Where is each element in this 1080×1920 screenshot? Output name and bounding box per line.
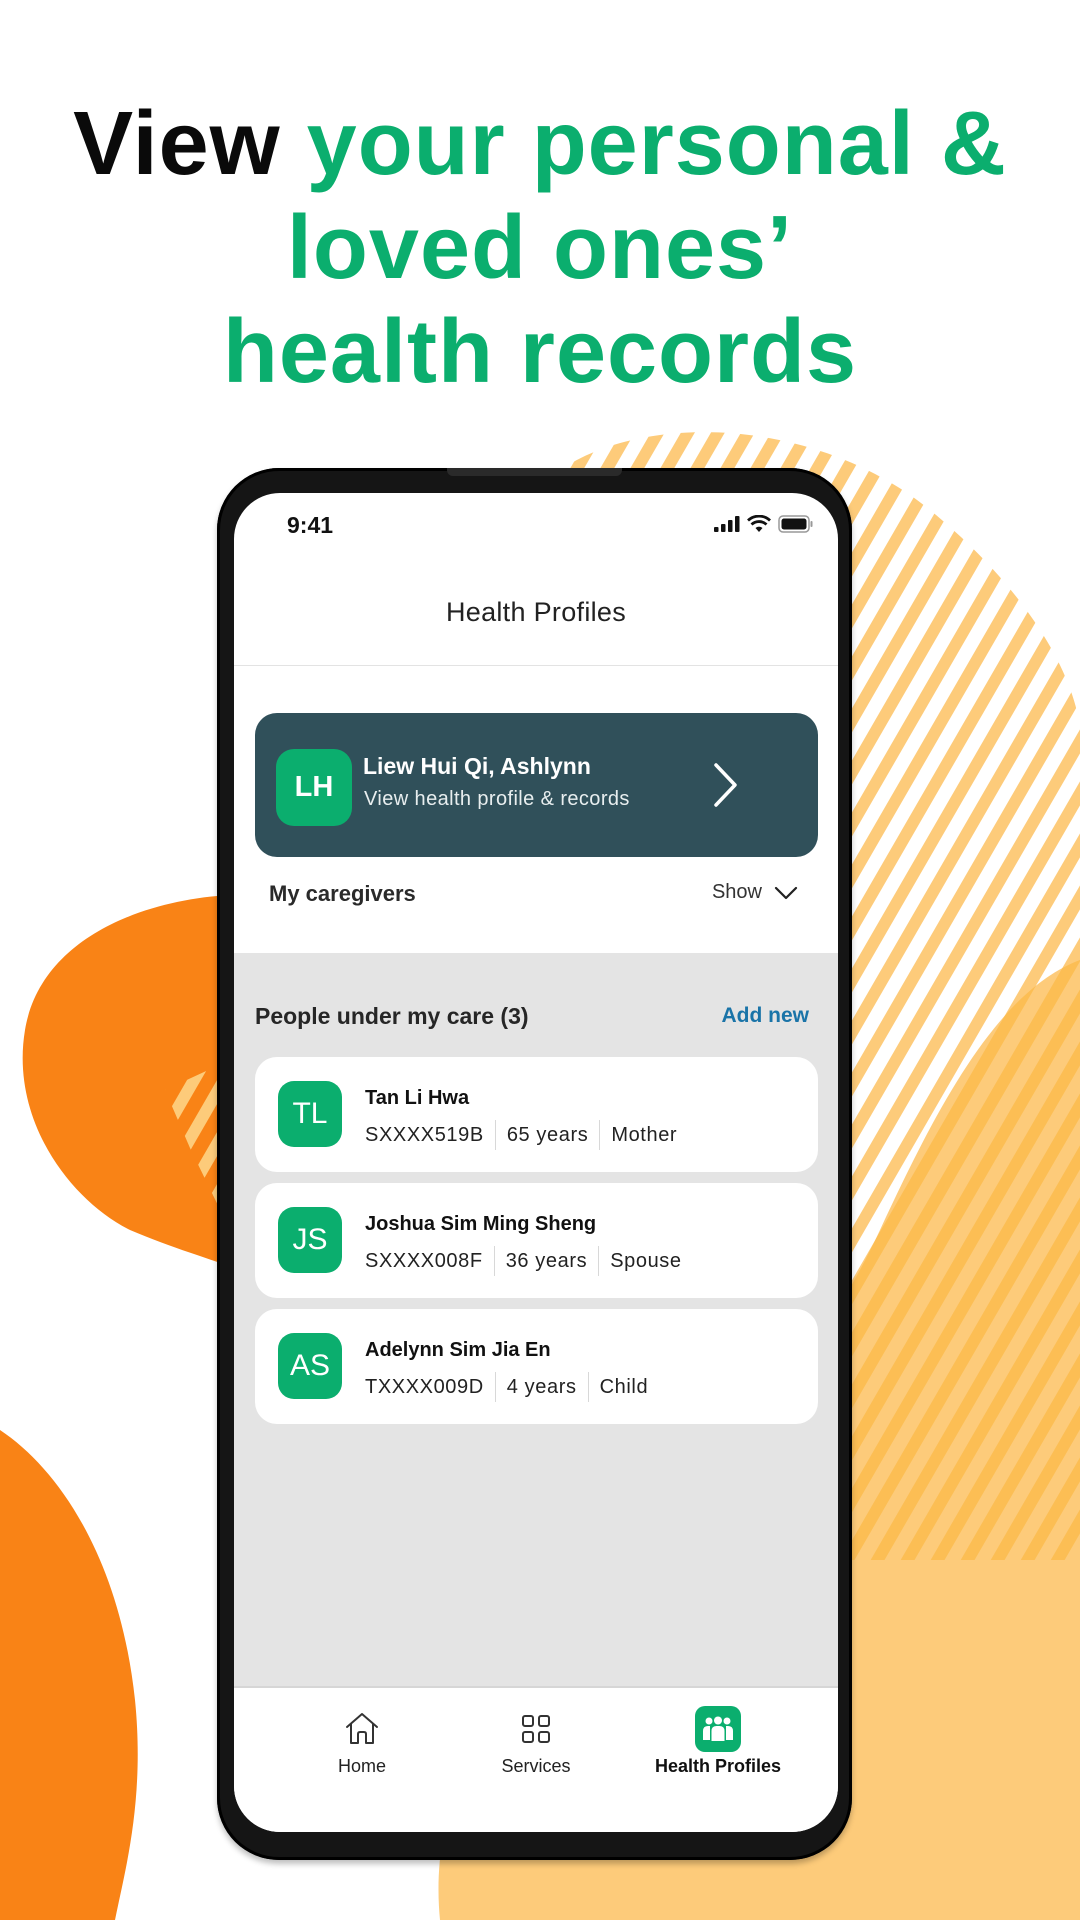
profile-name: Liew Hui Qi, Ashlynn (363, 753, 591, 779)
headline-dark-word: View (73, 94, 281, 194)
phone-screen: 9:41 Health Profiles LH Liew Hui Qi, Ash… (234, 493, 838, 1832)
status-bar: 9:41 (234, 493, 838, 573)
section-title: People under my care (3) (255, 1003, 529, 1029)
headline-line-1: View your personal & (0, 92, 1080, 196)
list-item[interactable]: TL Tan Li Hwa SXXXX519B 65 years Mother (255, 1057, 818, 1172)
people-icon (703, 1716, 733, 1741)
person-name: Adelynn Sim Jia En (365, 1339, 551, 1361)
nav-header: Health Profiles (234, 573, 838, 666)
avatar: JS (278, 1207, 342, 1273)
list-item[interactable]: AS Adelynn Sim Jia En TXXXX009D 4 years … (255, 1309, 818, 1424)
grid-icon (522, 1715, 550, 1743)
status-icons (714, 515, 814, 533)
tab-label: Services (501, 1756, 571, 1776)
home-icon (346, 1713, 378, 1744)
person-relation: Child (599, 1375, 649, 1398)
person-relation: Spouse (610, 1249, 682, 1272)
person-id: SXXXX519B (365, 1123, 484, 1146)
battery-icon (778, 515, 813, 533)
tab-label: Health Profiles (654, 1756, 782, 1776)
page-title: Health Profiles (445, 597, 627, 627)
divider (494, 1120, 496, 1150)
tab-label: Home (337, 1756, 386, 1776)
person-id: TXXXX009D (365, 1375, 484, 1398)
tab-services[interactable]: Services (446, 1706, 626, 1777)
person-name: Tan Li Hwa (365, 1087, 470, 1109)
phone-speaker (447, 468, 622, 476)
status-time: 9:41 (287, 512, 334, 538)
person-age: 36 years (505, 1249, 588, 1272)
profile-subtitle: View health profile & records (364, 788, 630, 810)
caregivers-label: My caregivers (269, 881, 416, 906)
avatar: AS (278, 1333, 342, 1399)
caregivers-row: My caregivers Show (234, 857, 838, 945)
avatar: LH (276, 749, 352, 826)
tab-bar: Home Services Health Profiles (234, 1686, 838, 1832)
divider (587, 1372, 589, 1402)
headline-line-3: health records (222, 302, 858, 402)
divider (493, 1246, 495, 1276)
person-meta: SXXXX008F 36 years Spouse (365, 1246, 682, 1276)
avatar: TL (278, 1081, 342, 1147)
wifi-icon (747, 515, 771, 532)
show-caregivers-toggle[interactable]: Show (712, 881, 798, 904)
person-meta: SXXXX519B 65 years Mother (365, 1120, 677, 1150)
person-id: SXXXX008F (365, 1249, 483, 1272)
active-tab-indicator (695, 1706, 741, 1752)
tab-health-profiles[interactable]: Health Profiles (628, 1706, 808, 1777)
chevron-down-icon (774, 886, 798, 899)
headline-green-text: your personal & (306, 94, 1007, 194)
show-label: Show (711, 881, 762, 903)
my-profile-card[interactable]: LH Liew Hui Qi, Ashlynn View health prof… (255, 713, 818, 857)
phone-frame: 9:41 Health Profiles LH Liew Hui Qi, Ash… (217, 468, 852, 1860)
headline-line-2: loved ones’ (286, 198, 794, 298)
headline: View your personal & loved ones’ health … (0, 92, 1080, 404)
chevron-right-icon (714, 763, 737, 807)
divider (494, 1372, 496, 1402)
add-new-button[interactable]: Add new (722, 1004, 810, 1028)
person-name: Joshua Sim Ming Sheng (365, 1213, 597, 1235)
signal-icon (714, 516, 740, 532)
person-relation: Mother (611, 1123, 678, 1146)
divider (598, 1246, 600, 1276)
person-age: 4 years (506, 1375, 577, 1398)
list-item[interactable]: JS Joshua Sim Ming Sheng SXXXX008F 36 ye… (255, 1183, 818, 1298)
people-under-care-section: People under my care (3) Add new TL Tan … (234, 953, 838, 1686)
person-age: 65 years (506, 1123, 589, 1146)
divider (599, 1120, 601, 1150)
orange-blob-bottom (0, 1430, 138, 1920)
person-meta: TXXXX009D 4 years Child (365, 1372, 648, 1402)
tab-home[interactable]: Home (272, 1706, 452, 1777)
